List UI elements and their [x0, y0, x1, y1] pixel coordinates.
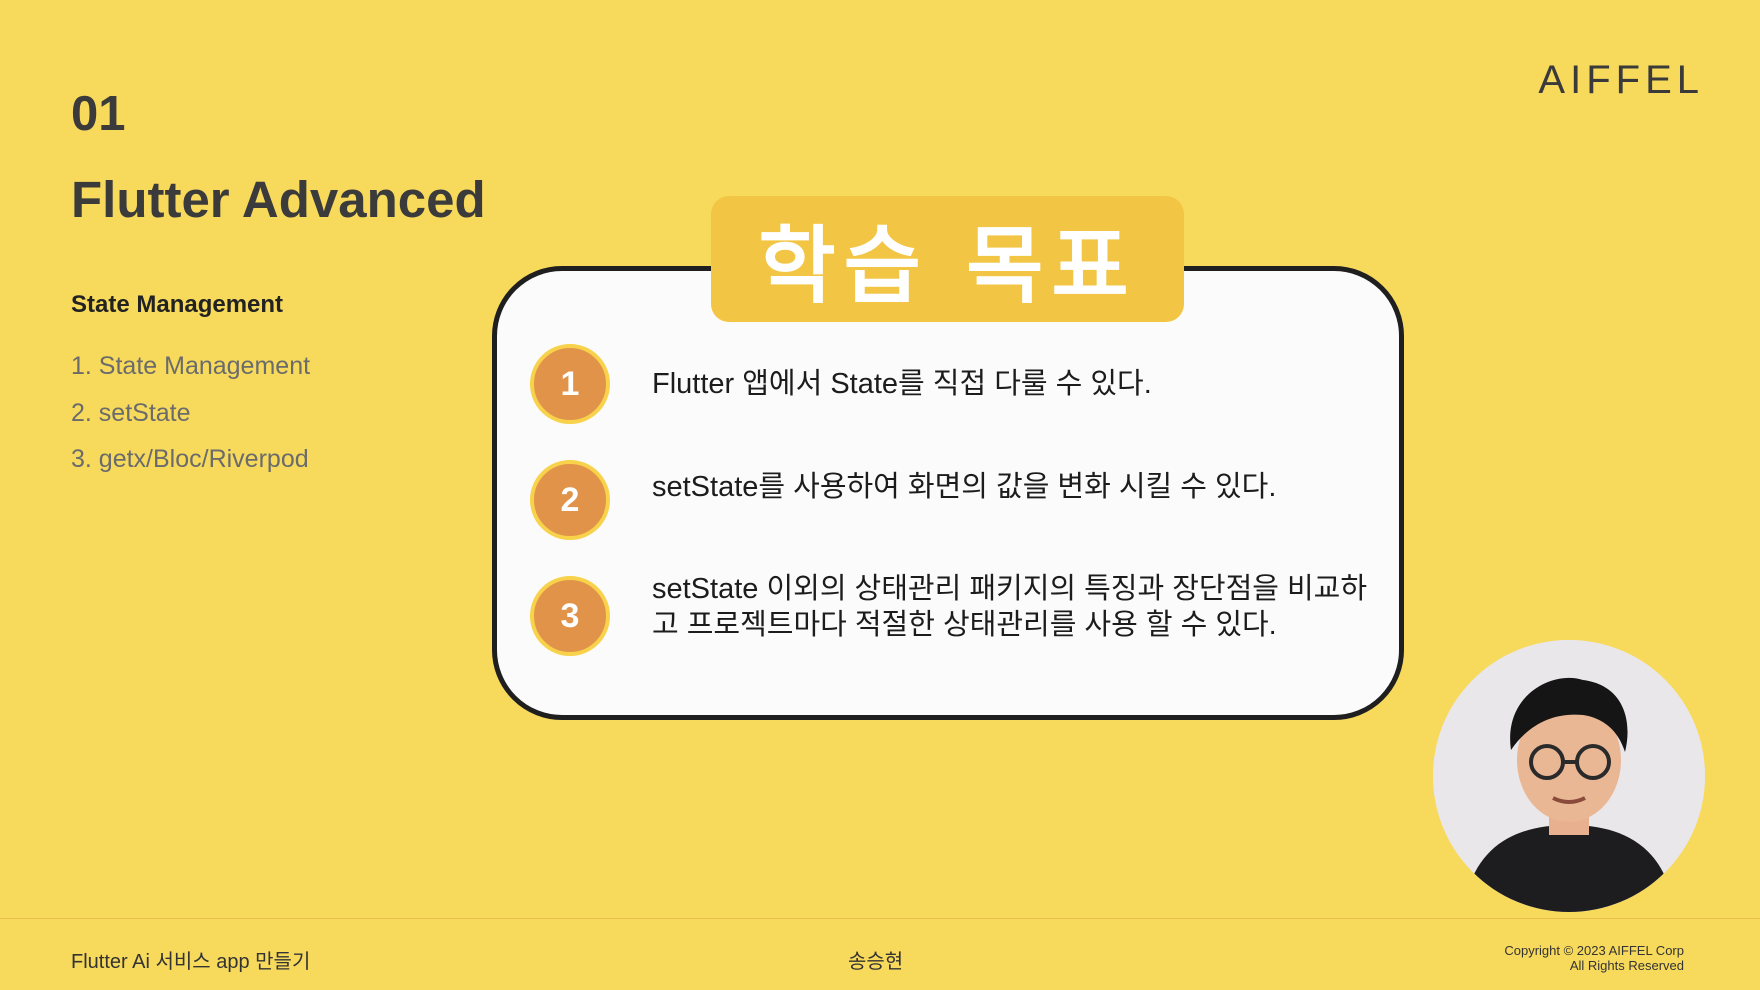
presenter-video [1433, 640, 1705, 912]
learning-goals-title: 학습 목표 [758, 216, 1137, 315]
topic-heading: State Management [71, 291, 284, 318]
goal-text-3: setState 이외의 상태관리 패키지의 특징과 장단점을 비교하고 프로젝… [652, 573, 1368, 641]
topic-list: 1. State Management 2. setState 3. getx/… [71, 348, 310, 488]
goal-badge-3: 3 [530, 576, 610, 656]
goal-badge-2: 2 [530, 460, 610, 540]
course-title: Flutter Advanced [71, 171, 486, 228]
footer-presenter-name: 송승현 [848, 951, 904, 973]
goal-text-2: setState를 사용하여 화면의 값을 변화 시킬 수 있다. [652, 471, 1277, 503]
section-number: 01 [71, 87, 126, 141]
footer-divider [0, 918, 1760, 919]
goal-badge-1: 1 [530, 344, 610, 424]
topic-item: 3. getx/Bloc/Riverpod [71, 445, 309, 473]
copyright-line: Copyright © 2023 AIFFEL Corp [1504, 943, 1684, 958]
topic-item: 1. State Management [71, 352, 311, 380]
footer-course-name: Flutter Ai 서비스 app 만들기 [71, 951, 311, 973]
aiffel-logo: AIFFEL [1538, 58, 1704, 102]
learning-goals-tab: 학습 목표 [711, 196, 1184, 322]
goal-text-1: Flutter 앱에서 State를 직접 다룰 수 있다. [652, 368, 1152, 400]
topic-item: 2. setState [71, 398, 191, 427]
footer-copyright: Copyright © 2023 AIFFEL Corp All Rights … [1504, 943, 1684, 973]
presenter-avatar-icon [1433, 640, 1705, 912]
rights-line: All Rights Reserved [1569, 958, 1684, 973]
